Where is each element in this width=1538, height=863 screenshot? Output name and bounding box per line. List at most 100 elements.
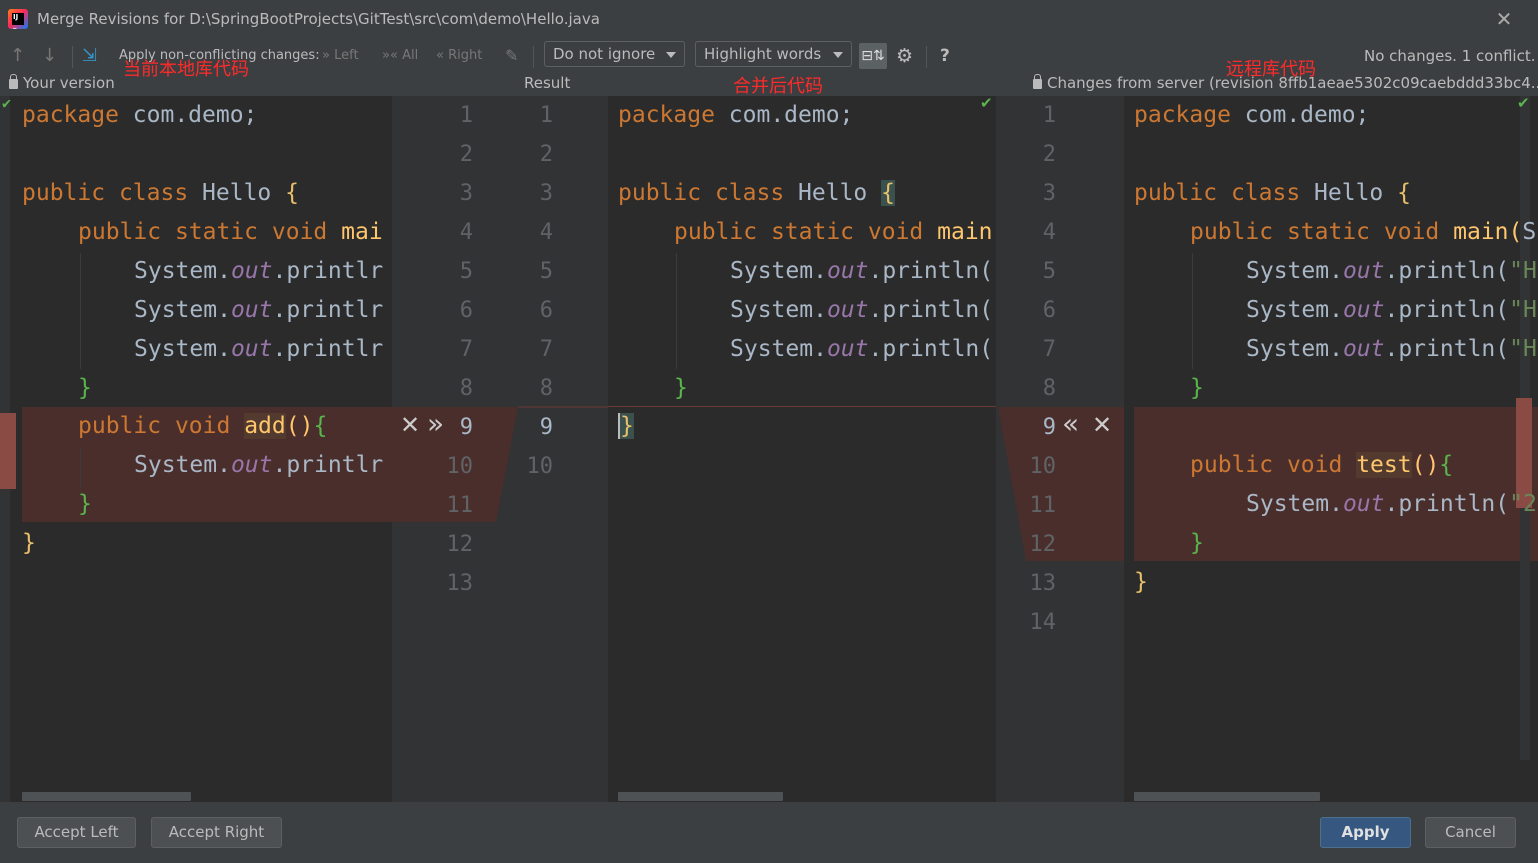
code-line: public static void main [674,219,993,245]
check-icon: ✔ [980,94,993,112]
line-number: 3 [1042,181,1056,206]
code-line: public static void mai [78,219,383,245]
left-conflict-connector [392,406,608,522]
code-line: System.out.println("2 [1246,491,1537,517]
result-horizontal-scrollbar[interactable] [618,792,783,801]
whitespace-dropdown[interactable]: Do not ignore [544,41,685,67]
line-number: 4 [539,220,553,245]
line-number: 7 [539,337,553,362]
accept-left-button[interactable]: Accept Left [17,817,136,848]
window-title: Merge Revisions for D:\SpringBootProject… [37,10,600,28]
line-number: 9 [1042,415,1056,440]
highlight-dropdown[interactable]: Highlight words [695,41,852,67]
code-line: System.out.printlr [134,258,384,284]
apply-right-button[interactable]: « Right [436,40,482,72]
left-editor[interactable]: ✔ package com.demo; public class Hello {… [0,96,392,802]
line-number: 9 [459,415,473,440]
code-line: System.out.println("H [1246,336,1537,362]
previous-difference-icon[interactable]: ↑ [10,40,25,72]
code-line: public class Hello { [1134,180,1411,206]
left-merge-gutter: ✕ » 1 2 3 4 5 6 7 8 9 10 11 12 13 1 2 3 4 5 6 7 8 9 10 [392,96,608,802]
line-number: 2 [459,142,473,167]
line-number: 5 [539,259,553,284]
gear-icon[interactable]: ⚙ [896,40,913,72]
line-number: 11 [1029,493,1057,518]
right-annotation: 远程库代码 [1226,59,1316,80]
line-number: 3 [459,181,473,206]
middle-annotation: 合并后代码 [733,76,823,97]
code-line: System.out.println( [730,297,994,323]
code-line: System.out.println("H [1246,297,1537,323]
magic-resolve-icon[interactable]: ✎ [505,40,518,72]
double-arrow-icon: »« [382,48,398,63]
result-editor[interactable]: package com.demo; public class Hello { p… [608,96,996,802]
line-number: 6 [1042,298,1056,323]
indent-guide [80,253,81,369]
right-editor[interactable]: package com.demo; public class Hello { p… [1124,96,1538,802]
line-number: 6 [539,298,553,323]
right-horizontal-scrollbar[interactable] [1134,792,1320,801]
line-number: 2 [539,142,553,167]
code-line: package com.demo; [618,102,854,128]
code-line: package com.demo; [22,102,258,128]
code-line: } [1190,375,1204,401]
line-number: 7 [1042,337,1056,362]
code-line: public class Hello { [618,180,895,206]
left-annotation: 当前本地库代码 [123,59,249,80]
line-number: 5 [459,259,473,284]
right-merge-gutter: 1 2 3 4 5 6 7 8 9 10 11 12 13 14 « ✕ [996,96,1124,802]
line-number: 8 [1042,376,1056,401]
indent-guide [80,448,81,488]
highlight-selected: Highlight words [704,45,822,63]
ignore-left-change-icon[interactable]: ✕ [400,409,420,441]
accept-right-button[interactable]: Accept Right [151,817,282,848]
code-line: System.out.println( [730,336,994,362]
code-line: } [618,413,634,439]
line-number: 2 [1042,142,1056,167]
accept-right-change-icon[interactable]: « [1062,408,1079,440]
line-number: 8 [459,376,473,401]
indent-guide [1192,253,1193,369]
line-number: 12 [446,532,474,557]
conflict-insert-line [608,406,996,407]
code-line: package com.demo; [1134,102,1370,128]
lock-icon [9,74,18,89]
apply-button[interactable]: Apply [1320,817,1411,848]
toolbar-separator [533,46,534,68]
left-conflict-marker [0,413,16,489]
code-line: } [78,491,92,517]
line-number: 6 [459,298,473,323]
synchronize-scrolling-icon[interactable]: ⊟⇅ [859,43,887,69]
code-line: public void test(){ [1190,452,1454,478]
line-number: 13 [1029,571,1057,596]
help-icon[interactable]: ? [940,40,950,72]
chevron-down-icon [666,52,676,58]
apply-changes-icon[interactable]: ⇲ [82,40,97,72]
line-number: 1 [1042,103,1056,128]
apply-all-button[interactable]: »« All [382,40,418,72]
line-number: 7 [459,337,473,362]
apply-left-label: Left [334,48,359,63]
next-difference-icon[interactable]: ↓ [42,40,57,72]
ignore-right-change-icon[interactable]: ✕ [1092,409,1112,441]
code-line: System.out.printlr [134,297,384,323]
double-chevron-right-icon: » [322,48,330,63]
code-line: } [674,375,688,401]
toolbar-separator [72,46,73,68]
line-number: 9 [539,415,553,440]
line-number: 10 [446,454,474,479]
close-icon[interactable]: ✕ [1494,9,1514,29]
line-number: 10 [1029,454,1057,479]
chevron-down-icon [833,52,843,58]
cancel-button[interactable]: Cancel [1425,817,1516,848]
code-line: } [1134,569,1148,595]
left-horizontal-scrollbar[interactable] [22,792,191,801]
check-icon: ✔ [1517,94,1530,112]
line-number: 4 [1042,220,1056,245]
apply-all-label: All [402,48,419,63]
line-number: 13 [446,571,474,596]
line-number: 1 [539,103,553,128]
code-line: } [22,530,36,556]
middle-pane-title: Result [524,74,571,92]
apply-left-button[interactable]: » Left [322,40,359,72]
